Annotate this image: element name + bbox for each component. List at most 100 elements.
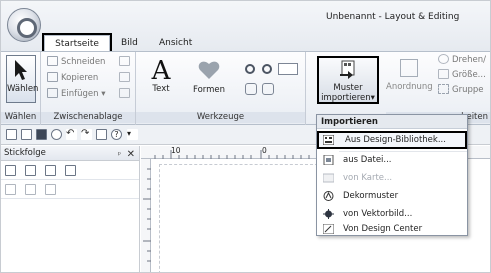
import-dropdown-icon: ▾ bbox=[370, 93, 375, 103]
panel-toolbar-2 bbox=[1, 181, 139, 199]
file-icon bbox=[323, 155, 334, 165]
menu-item-label: Dekormuster bbox=[343, 191, 399, 201]
pin-icon[interactable]: ᵖ bbox=[118, 147, 121, 162]
open-folder-icon[interactable] bbox=[21, 129, 32, 140]
vertical-ruler bbox=[141, 159, 151, 272]
text-tool-button[interactable]: A Text bbox=[148, 58, 174, 94]
decor-pattern-icon bbox=[323, 191, 334, 201]
size-button[interactable]: Größe... bbox=[438, 69, 486, 81]
grid-view-icon[interactable] bbox=[45, 165, 56, 176]
copy-icon bbox=[47, 72, 58, 82]
redo-icon[interactable]: ↷ bbox=[81, 129, 92, 140]
layout-icon[interactable] bbox=[25, 165, 36, 176]
lock-icon[interactable] bbox=[25, 184, 36, 195]
menu-item-from-card: von Karte... bbox=[317, 169, 467, 187]
vector-image-icon bbox=[323, 209, 334, 219]
heart-shape-icon bbox=[198, 61, 220, 79]
panel-header: Stickfolge ᵖ ✕ bbox=[1, 146, 139, 161]
clipboard-extra-icon-2[interactable] bbox=[119, 72, 133, 84]
app-menu-button[interactable] bbox=[7, 8, 41, 42]
rotate-button[interactable]: Drehen/ bbox=[438, 54, 486, 66]
pointer-icon[interactable] bbox=[65, 184, 76, 195]
eyedropper-icon[interactable] bbox=[262, 83, 274, 95]
import-pattern-label-2: importieren▾ bbox=[321, 93, 375, 103]
zoom-out-icon[interactable] bbox=[262, 64, 272, 74]
close-icon[interactable]: ✕ bbox=[127, 147, 135, 162]
window-title: Unbenannt - Layout & Editing bbox=[326, 12, 460, 22]
group-clipboard: Schneiden Kopieren Einfügen ▾ Zwischenab… bbox=[41, 52, 136, 125]
copy-button[interactable]: Kopieren bbox=[47, 72, 98, 84]
paste-label: Einfügen bbox=[61, 89, 99, 99]
group-tools: A Text Formen Werkzeuge bbox=[136, 52, 306, 125]
import-pattern-button[interactable]: Muster importieren▾ bbox=[317, 56, 379, 104]
paste-dropdown-icon: ▾ bbox=[98, 89, 106, 99]
pan-hand-icon[interactable] bbox=[245, 83, 257, 95]
menu-item-label: Aus Design-Bibliothek... bbox=[345, 135, 446, 145]
text-tool-label: Text bbox=[152, 84, 170, 94]
group-label-tools: Werkzeuge bbox=[136, 112, 305, 123]
menu-item-from-design-center[interactable]: Von Design Center bbox=[317, 221, 467, 237]
rotate-label: Drehen/ bbox=[452, 55, 486, 65]
group-icon bbox=[438, 84, 449, 94]
menu-item-label: Von Design Center bbox=[343, 224, 423, 234]
panel-toolbar-1 bbox=[1, 162, 139, 180]
save-icon[interactable] bbox=[36, 129, 47, 140]
group-label: Gruppe bbox=[452, 85, 484, 95]
group-button[interactable]: Gruppe bbox=[438, 84, 484, 96]
scissors-icon bbox=[47, 56, 58, 66]
delete-button[interactable] bbox=[119, 88, 133, 100]
tab-ansicht[interactable]: Ansicht bbox=[159, 35, 192, 51]
grid-icon bbox=[119, 72, 130, 82]
tab-bild[interactable]: Bild bbox=[121, 35, 138, 51]
rotate-icon bbox=[438, 54, 449, 64]
document-icon bbox=[119, 56, 130, 66]
shapes-tool-label: Formen bbox=[192, 85, 226, 95]
tab-startseite[interactable]: Startseite bbox=[42, 33, 112, 53]
cut-button[interactable]: Schneiden bbox=[47, 56, 105, 68]
trash-icon bbox=[119, 88, 130, 98]
zoom-icon[interactable] bbox=[51, 129, 62, 140]
fit-view-icon[interactable] bbox=[5, 165, 16, 176]
zoom-select-icon[interactable] bbox=[278, 63, 298, 75]
design-center-icon bbox=[323, 224, 334, 234]
zoom-in-icon[interactable] bbox=[245, 64, 255, 74]
group-waehlen: Wählen Wählen bbox=[1, 52, 41, 125]
undo-icon[interactable]: ↶ bbox=[66, 129, 77, 140]
copy-label: Kopieren bbox=[61, 73, 99, 83]
paste-icon bbox=[47, 88, 58, 98]
delete-icon[interactable] bbox=[45, 184, 56, 195]
menu-item-from-file[interactable]: aus Datei... bbox=[317, 151, 467, 169]
menu-item-label: von Vektorbild... bbox=[343, 209, 413, 219]
resize-icon bbox=[438, 69, 449, 79]
customize-qat-icon[interactable]: ▾ bbox=[127, 129, 138, 140]
app-window: Unbenannt - Layout & Editing Startseite … bbox=[0, 0, 491, 273]
shapes-tool-button[interactable]: Formen bbox=[192, 58, 226, 95]
arrange-button[interactable]: Anordnung bbox=[386, 59, 433, 92]
menu-item-from-design-library[interactable]: Aus Design-Bibliothek... bbox=[317, 131, 467, 149]
new-file-icon[interactable] bbox=[6, 129, 17, 140]
card-icon bbox=[323, 173, 334, 183]
text-a-icon: A bbox=[151, 56, 171, 86]
paste-button[interactable]: Einfügen ▾ bbox=[47, 88, 105, 100]
library-icon bbox=[323, 135, 334, 145]
select-button-label: Wählen bbox=[7, 84, 39, 94]
menu-item-label: von Karte... bbox=[343, 173, 393, 183]
select-button[interactable]: Wählen bbox=[6, 55, 39, 103]
vertical-ruler-ticks bbox=[143, 168, 151, 262]
stitch-order-panel: Stickfolge ᵖ ✕ bbox=[1, 146, 140, 272]
cut-label: Schneiden bbox=[61, 57, 106, 67]
frame-icon[interactable] bbox=[65, 165, 76, 176]
import-pattern-label-1: Muster bbox=[333, 83, 363, 93]
help-icon[interactable]: ? bbox=[111, 129, 122, 140]
arrange-label: Anordnung bbox=[386, 82, 433, 92]
group-label-waehlen: Wählen bbox=[1, 112, 40, 123]
visibility-icon[interactable] bbox=[5, 184, 16, 195]
group-label-clipboard: Zwischenablage bbox=[41, 112, 135, 123]
clipboard-extra-icon-1[interactable] bbox=[119, 56, 133, 68]
menu-item-decor-pattern[interactable]: Dekormuster bbox=[317, 187, 467, 205]
arrange-icon bbox=[400, 59, 418, 77]
cursor-arrow-icon bbox=[15, 60, 27, 80]
menu-item-label: aus Datei... bbox=[343, 155, 392, 165]
panel-title: Stickfolge bbox=[4, 148, 46, 158]
screen-icon[interactable] bbox=[96, 129, 107, 140]
